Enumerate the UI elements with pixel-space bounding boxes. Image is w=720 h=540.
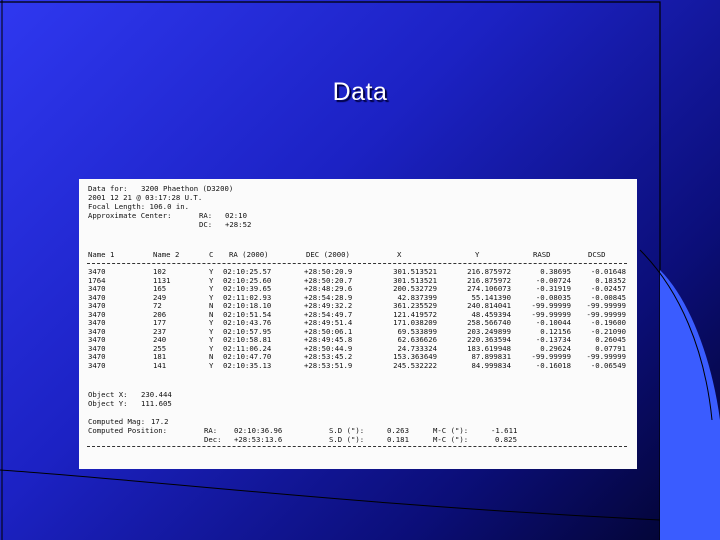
column-header-x: X [397, 250, 402, 259]
sd-dec-value: 0.181 [387, 435, 409, 444]
center-ra-value: 02:10 [225, 211, 247, 220]
center-dc-label: DC: [199, 220, 213, 229]
computed-dec-label: Dec: [204, 435, 222, 444]
computed-dec-value: +28:53:13.6 [234, 435, 283, 444]
table-cell-dcsd: -0.06549 [590, 361, 626, 371]
omc-ra-value: -1.611 [491, 426, 518, 435]
column-header-dcsd: DCSD [588, 250, 606, 259]
table-cell-name2: 141 [153, 361, 167, 371]
data-report-scan: Data for: 3200 Phaethon (D3200) 2001 12 … [79, 179, 637, 469]
observation-date: 2001 12 21 @ 03:17:28 U.T. [88, 193, 203, 202]
data-for-value: 3200 Phaethon (D3200) [141, 184, 234, 193]
slide-title: Data [332, 78, 388, 106]
computed-ra-label: RA: [204, 426, 218, 435]
sd-ra-label: S.D ("): [329, 426, 365, 435]
column-header-c: C [209, 250, 214, 259]
footer-divider [87, 446, 627, 447]
column-dec: +28:50:20.9 +28:50:20.7 +28:48:29.6 +28:54:… [304, 267, 353, 371]
computed-mag-label: Computed Mag: [88, 417, 146, 426]
sd-dec-label: S.D ("): [329, 435, 365, 444]
table-cell-name1: 3470 [88, 361, 106, 371]
object-y-value: 111.605 [141, 399, 172, 408]
focal-length: Focal Length: 106.0 in. [88, 202, 190, 211]
sd-ra-value: 0.263 [387, 426, 409, 435]
data-for-label: Data for: [88, 184, 128, 193]
column-ra: 02:10:25.57 02:10:25.60 02:10:39.65 02:11:0… [223, 267, 272, 371]
computed-mag-value: 17.2 [151, 417, 169, 426]
column-rasd: 0.38695 -0.00724 -0.31919 -0.08035 -99.99999… [527, 267, 571, 371]
object-x-value: 230.444 [141, 390, 172, 399]
column-c: YYYYNNYYYYNY [209, 267, 214, 371]
center-ra-label: RA: [199, 211, 213, 220]
table-cell-rasd: -0.16018 [535, 361, 571, 371]
column-header-ra: RA (2000) [229, 250, 269, 259]
table-cell-y: 84.999834 [471, 361, 511, 371]
computed-ra-value: 02:10:36.96 [234, 426, 283, 435]
omc-ra-label: M-C ("): [433, 426, 469, 435]
column-header-dec: DEC (2000) [306, 250, 350, 259]
column-header-name1: Name 1 [88, 250, 115, 259]
table-cell-ra: 02:10:35.13 [223, 361, 272, 371]
center-dc-value: +28:52 [225, 220, 252, 229]
column-name2: 102 1131 165 249 72 206 177 237 240 255 181 141 [153, 267, 171, 371]
column-header-y: Y [475, 250, 480, 259]
omc-dec-label: M-C ("): [433, 435, 469, 444]
approx-center-label: Approximate Center: [88, 211, 172, 220]
table-cell-x: 245.532222 [393, 361, 437, 371]
object-x-label: Object X: [88, 390, 128, 399]
column-header-rasd: RASD [533, 250, 551, 259]
omc-dec-value: 0.825 [495, 435, 517, 444]
computed-position-label: Computed Position: [88, 426, 168, 435]
column-x: 301.513521 301.513521 200.532729 42.837399 3… [379, 267, 437, 371]
object-y-label: Object Y: [88, 399, 128, 408]
table-cell-c: Y [209, 361, 214, 371]
header-divider [87, 263, 627, 264]
table-cell-dec: +28:53:51.9 [304, 361, 353, 371]
column-name1: 3470 1764 3470 3470 3470 3470 3470 3470 3470 3470… [88, 267, 106, 371]
column-y: 216.875972 216.875972 274.106073 55.141390 2… [453, 267, 511, 371]
column-header-name2: Name 2 [153, 250, 180, 259]
column-dcsd: -0.01648 0.18352 -0.02457 -0.00845 -99.99999… [582, 267, 626, 371]
